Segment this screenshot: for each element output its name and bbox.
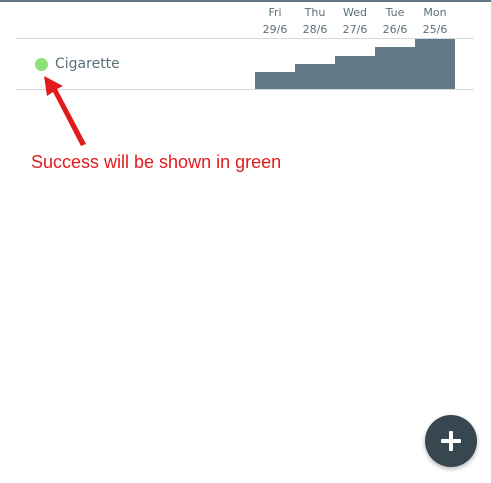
day-header-mon: Mon 25/6 [415,4,455,38]
day-date: 29/6 [262,23,288,36]
history-bar-thu [295,64,335,89]
top-app-bar-edge [0,0,491,2]
history-bar-wed [335,56,375,89]
day-header-fri: Fri 29/6 [255,4,295,38]
day-name: Tue [385,6,405,19]
habit-tracker-screen: Fri 29/6 Thu 28/6 Wed 27/6 Tue 26/6 Mon … [0,0,491,483]
day-header-wed: Wed 27/6 [335,4,375,38]
day-date: 27/6 [342,23,368,36]
day-date: 26/6 [382,23,408,36]
annotation-caption: Success will be shown in green [31,152,282,172]
history-bar-tue [375,47,415,89]
add-habit-button[interactable] [425,415,477,467]
habit-row-cigarette[interactable]: Cigarette [16,39,474,89]
day-name: Wed [343,6,367,19]
day-name: Mon [423,6,447,19]
status-dot [35,58,48,71]
habit-name: Cigarette [55,56,120,72]
day-date: 28/6 [302,23,328,36]
day-name: Thu [304,6,326,19]
day-header-thu: Thu 28/6 [295,4,335,38]
history-bar-mon [415,39,455,89]
history-bar-fri [255,72,295,89]
day-date: 25/6 [422,23,448,36]
day-header-tue: Tue 26/6 [375,4,415,38]
day-name: Fri [268,6,282,19]
row-divider [16,89,474,90]
